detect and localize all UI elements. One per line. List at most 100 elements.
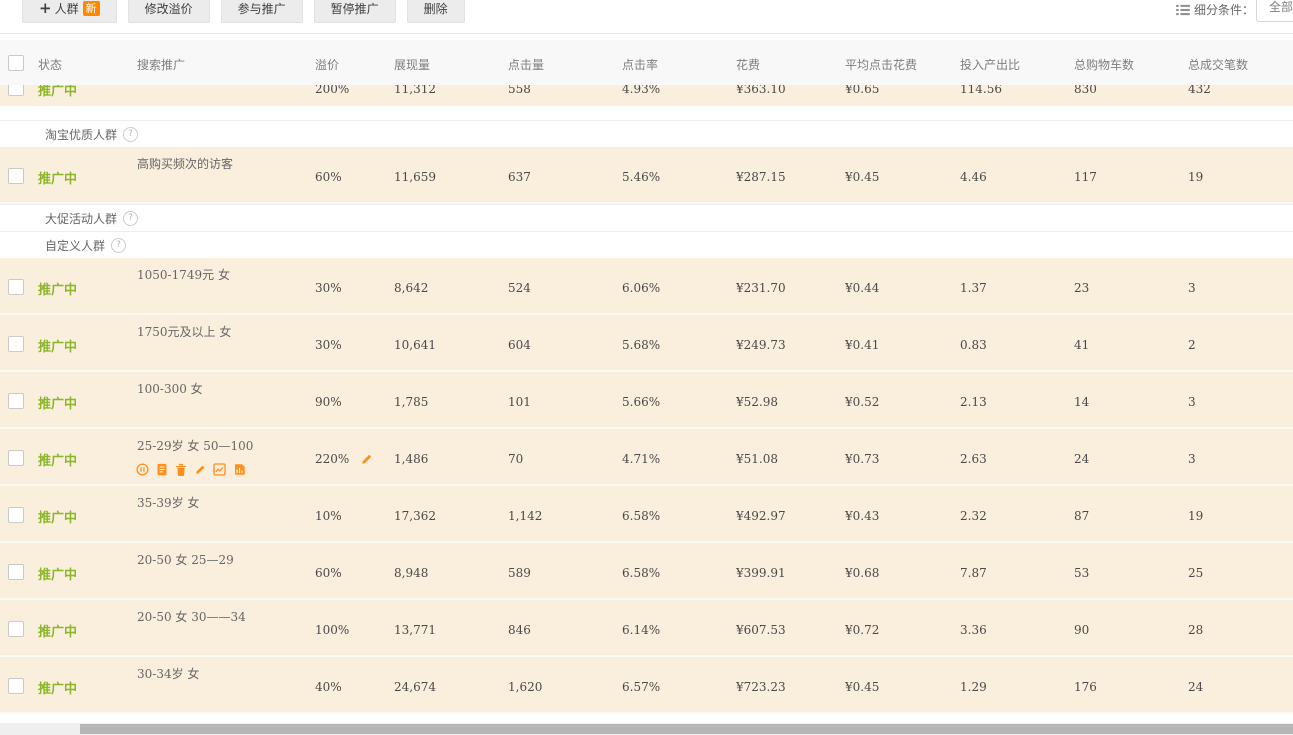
cell-carts: 176 — [1074, 680, 1097, 694]
row-checkbox[interactable] — [8, 85, 24, 96]
cell-orders: 19 — [1188, 170, 1203, 184]
cell-orders: 3 — [1188, 452, 1196, 466]
cell-avg_click_cost: ¥0.41 — [845, 338, 879, 352]
cell-carts: 90 — [1074, 623, 1089, 637]
cell-clicks: 524 — [508, 281, 531, 295]
audience-row: 推广中1750元及以上 女30%10,6416045.68%¥249.73¥0.… — [0, 315, 1293, 372]
help-icon[interactable]: ? — [123, 127, 138, 142]
status-badge: 推广中 — [38, 168, 77, 187]
notes-icon[interactable] — [156, 463, 168, 476]
status-badge: 推广中 — [38, 393, 77, 412]
audience-row: 推广中20-50 女 30——34100%13,7718466.14%¥607.… — [0, 600, 1293, 657]
status-badge: 推广中 — [38, 507, 77, 526]
cell-carts: 23 — [1074, 281, 1089, 295]
row-checkbox[interactable] — [8, 678, 24, 694]
cell-orders: 3 — [1188, 281, 1196, 295]
row-checkbox[interactable] — [8, 168, 24, 184]
cell-carts: 53 — [1074, 566, 1089, 580]
cell-cost: ¥399.91 — [736, 566, 786, 580]
audience-promotion-page: + 人群 新 修改溢价 参与推广 暂停推广 删除 细分条件： 全部 状态搜索推广… — [0, 0, 1293, 735]
cell-impressions: 1,785 — [394, 395, 428, 409]
scrollbar-thumb[interactable] — [80, 724, 1293, 734]
row-checkbox[interactable] — [8, 336, 24, 352]
cell-premium: 90% — [315, 395, 342, 409]
cell-orders: 3 — [1188, 395, 1196, 409]
cell-roi: 1.37 — [960, 281, 987, 295]
cell-roi: 7.87 — [960, 566, 987, 580]
row-checkbox[interactable] — [8, 279, 24, 295]
section-label: 淘宝优质人群 — [45, 126, 117, 143]
cell-roi: 114.56 — [960, 85, 1002, 96]
audience-name: 20-50 女 30——34 — [137, 608, 246, 625]
cell-ctr: 4.71% — [622, 452, 660, 466]
help-icon[interactable]: ? — [123, 211, 138, 226]
edit-icon[interactable] — [194, 464, 206, 476]
cell-clicks: 558 — [508, 85, 531, 96]
cell-impressions: 10,641 — [394, 338, 436, 352]
cell-carts: 117 — [1074, 170, 1097, 184]
cell-clicks: 1,620 — [508, 680, 542, 694]
cell-premium: 100% — [315, 623, 349, 637]
cell-clicks: 846 — [508, 623, 531, 637]
audience-name: 1050-1749元 女 — [137, 266, 230, 283]
cell-ctr: 6.06% — [622, 281, 660, 295]
cell-avg_click_cost: ¥0.72 — [845, 623, 879, 637]
cell-avg_click_cost: ¥0.65 — [845, 85, 879, 96]
row-checkbox[interactable] — [8, 507, 24, 523]
audience-name: 25-29岁 女 50—100 — [137, 437, 253, 454]
edit-premium-icon[interactable] — [360, 451, 373, 470]
status-badge: 推广中 — [38, 621, 77, 640]
cell-premium: 30% — [315, 338, 342, 352]
row-action-icons — [136, 463, 246, 476]
horizontal-scrollbar[interactable] — [0, 723, 1293, 735]
audience-name: 20-50 女 25—29 — [137, 551, 234, 568]
cell-impressions: 8,642 — [394, 281, 428, 295]
cell-premium: 60% — [315, 170, 342, 184]
cell-clicks: 70 — [508, 452, 523, 466]
cell-premium: 60% — [315, 566, 342, 580]
cell-cost: ¥51.08 — [736, 452, 778, 466]
row-checkbox[interactable] — [8, 621, 24, 637]
cell-clicks: 589 — [508, 566, 531, 580]
cell-premium: 220% — [315, 452, 349, 466]
cell-clicks: 637 — [508, 170, 531, 184]
row-checkbox[interactable] — [8, 393, 24, 409]
cell-roi: 1.29 — [960, 680, 987, 694]
row-checkbox[interactable] — [8, 450, 24, 466]
cell-avg_click_cost: ¥0.45 — [845, 170, 879, 184]
audience-row: 推广中35-39岁 女10%17,3621,1426.58%¥492.97¥0.… — [0, 486, 1293, 543]
cell-ctr: 6.57% — [622, 680, 660, 694]
audience-row: 推广中100-300 女90%1,7851015.66%¥52.98¥0.522… — [0, 372, 1293, 429]
partial-row: 推广中200%11,3125584.93%¥363.10¥0.65114.568… — [0, 85, 1293, 106]
help-icon[interactable]: ? — [111, 238, 126, 253]
audience-row: 推广中高购买频次的访客60%11,6596375.46%¥287.15¥0.45… — [0, 147, 1293, 204]
cell-impressions: 17,362 — [394, 509, 436, 523]
cell-ctr: 6.14% — [622, 623, 660, 637]
cell-cost: ¥363.10 — [736, 85, 786, 96]
audience-name: 1750元及以上 女 — [137, 323, 231, 340]
section-row: 淘宝优质人群? — [0, 120, 1293, 147]
delete-icon[interactable] — [175, 463, 187, 476]
row-checkbox[interactable] — [8, 564, 24, 580]
cell-avg_click_cost: ¥0.44 — [845, 281, 879, 295]
trend-chart-icon[interactable] — [213, 463, 226, 476]
cell-premium: 200% — [315, 85, 349, 96]
cell-carts: 87 — [1074, 509, 1089, 523]
cell-roi: 3.36 — [960, 623, 987, 637]
bar-chart-icon[interactable] — [233, 463, 246, 476]
cell-cost: ¥231.70 — [736, 281, 786, 295]
cell-premium: 10% — [315, 509, 342, 523]
section-row: 大促活动人群? — [0, 204, 1293, 231]
cell-avg_click_cost: ¥0.43 — [845, 509, 879, 523]
cell-impressions: 24,674 — [394, 680, 436, 694]
cell-ctr: 4.93% — [622, 85, 660, 96]
cell-cost: ¥607.53 — [736, 623, 786, 637]
audience-name: 35-39岁 女 — [137, 494, 199, 511]
status-badge: 推广中 — [38, 450, 77, 469]
section-label: 大促活动人群 — [45, 210, 117, 227]
cell-impressions: 11,312 — [394, 85, 436, 96]
cell-cost: ¥492.97 — [736, 509, 786, 523]
audience-name: 100-300 女 — [137, 380, 203, 397]
pause-icon[interactable] — [136, 463, 149, 476]
cell-carts: 41 — [1074, 338, 1089, 352]
